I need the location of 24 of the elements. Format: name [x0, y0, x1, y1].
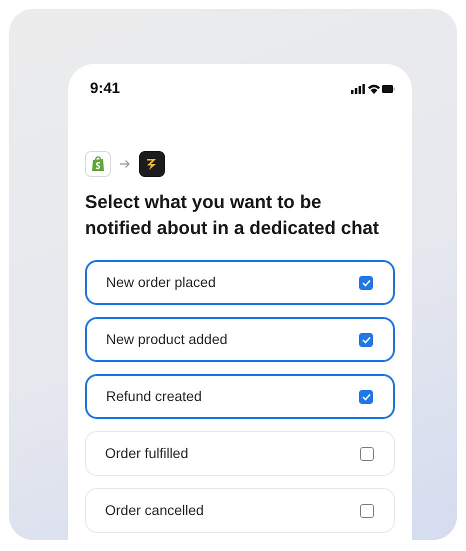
- heading: Select what you want to be notified about in a dedicated chat: [85, 190, 380, 240]
- lightning-icon: [139, 150, 165, 176]
- option-row[interactable]: Order fulfilled: [85, 431, 395, 476]
- status-time: 9:41: [89, 79, 120, 99]
- option-label: Order fulfilled: [105, 444, 188, 464]
- checkmark-icon: [362, 278, 370, 287]
- option-row[interactable]: New order placed: [85, 260, 395, 306]
- option-label: Refund created: [106, 387, 202, 406]
- option-row[interactable]: Refund created: [85, 374, 395, 420]
- checkmark-icon: [362, 392, 370, 401]
- checkbox[interactable]: [360, 446, 374, 461]
- arrow-icon: [119, 158, 131, 168]
- checkbox[interactable]: [359, 390, 373, 404]
- checkbox[interactable]: [360, 504, 374, 518]
- option-label: Order cancelled: [105, 501, 204, 520]
- checkmark-icon: [362, 336, 370, 344]
- checkbox[interactable]: [359, 276, 373, 290]
- option-row[interactable]: Order cancelled: [85, 488, 395, 534]
- status-icons-drawing: [351, 83, 395, 96]
- option-label: New product added: [106, 330, 228, 350]
- checkbox[interactable]: [359, 332, 373, 347]
- shopping-bag-icon: [85, 150, 111, 176]
- option-row[interactable]: New product added: [85, 317, 395, 362]
- option-label: New order placed: [106, 273, 216, 292]
